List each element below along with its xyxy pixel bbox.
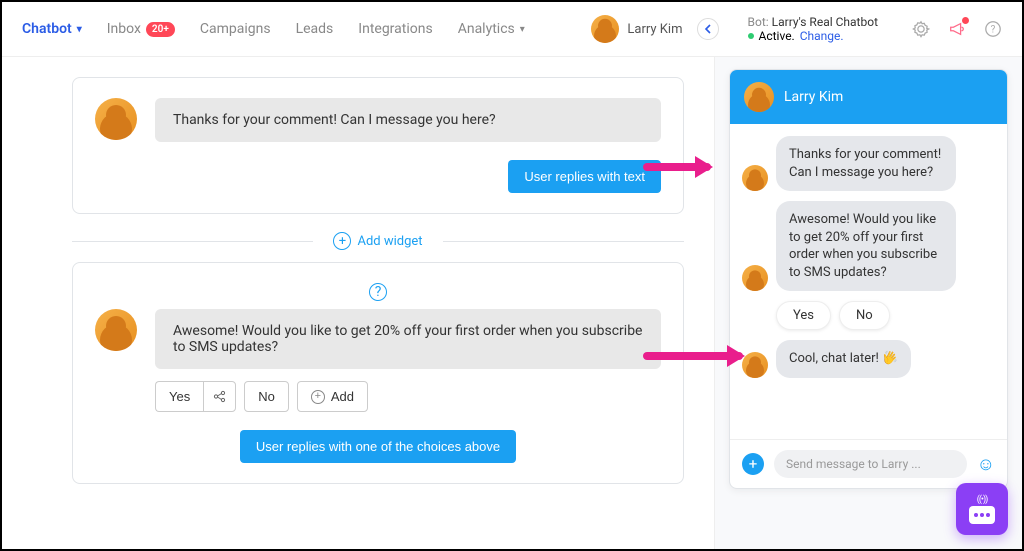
plus-circle-icon: + (333, 232, 351, 250)
preview-choice-yes[interactable]: Yes (776, 301, 831, 330)
message-input[interactable]: Awesome! Would you like to get 20% off y… (155, 309, 661, 369)
preview-header: Larry Kim (730, 70, 1007, 124)
message-input[interactable]: Thanks for your comment! Can I message y… (155, 98, 661, 142)
annotation-arrow (643, 163, 711, 171)
add-attachment-button[interactable]: + (742, 453, 764, 475)
avatar (95, 309, 137, 351)
status-dot-icon (748, 33, 754, 39)
nav-campaigns[interactable]: Campaigns (200, 21, 271, 37)
emoji-icon[interactable]: ☺ (977, 454, 995, 475)
choice-branch-button[interactable] (203, 381, 236, 412)
avatar (95, 98, 137, 140)
gear-icon[interactable] (912, 20, 930, 38)
plus-circle-icon: + (311, 390, 325, 404)
user-chip[interactable]: Larry Kim (591, 15, 682, 43)
reply-type-button[interactable]: User replies with one of the choices abo… (240, 430, 516, 463)
preview-message: Cool, chat later! 👋 (776, 340, 911, 378)
nav-integrations[interactable]: Integrations (358, 21, 432, 37)
choice-no-button[interactable]: No (244, 381, 289, 412)
add-choice-button[interactable]: + Add (297, 381, 368, 412)
nav-leads[interactable]: Leads (296, 21, 334, 37)
avatar (742, 352, 768, 378)
nav-inbox[interactable]: Inbox 20+ (107, 21, 175, 37)
preview-message: Awesome! Would you like to get 20% off y… (776, 201, 956, 291)
svg-text:?: ? (991, 25, 996, 36)
avatar (744, 82, 774, 112)
reply-type-button[interactable]: User replies with text (508, 160, 661, 193)
builder-card: Thanks for your comment! Can I message y… (72, 77, 684, 214)
chatbot-fab[interactable]: ((•)) (956, 483, 1008, 535)
user-name: Larry Kim (627, 22, 682, 37)
preview-pane: Larry Kim Thanks for your comment! Can I… (714, 57, 1022, 549)
help-icon[interactable]: ? (95, 283, 661, 301)
builder-card: ? Awesome! Would you like to get 20% off… (72, 262, 684, 484)
help-icon[interactable]: ? (984, 20, 1002, 38)
chevron-down-icon: ▾ (520, 24, 525, 35)
preview-message: Thanks for your comment! Can I message y… (776, 136, 956, 191)
top-nav: Chatbot ▾ Inbox 20+ Campaigns Leads Inte… (2, 2, 1022, 57)
collapse-button[interactable] (697, 18, 719, 40)
inbox-badge: 20+ (146, 22, 175, 37)
change-link[interactable]: Change. (800, 29, 844, 43)
chevron-down-icon: ▾ (77, 24, 82, 35)
builder-pane: Thanks for your comment! Can I message y… (2, 57, 714, 549)
avatar (591, 15, 619, 43)
annotation-arrow (643, 352, 743, 360)
robot-icon: ((•)) (969, 495, 995, 505)
preview-choice-no[interactable]: No (839, 301, 890, 330)
nav-chatbot[interactable]: Chatbot ▾ (22, 21, 82, 37)
bot-info: Bot: Larry's Real Chatbot Active. Change… (748, 15, 879, 43)
preview-user-name: Larry Kim (784, 89, 843, 105)
nav-analytics[interactable]: Analytics ▾ (458, 21, 525, 37)
notification-dot (962, 17, 969, 24)
choice-yes-button[interactable]: Yes (155, 381, 203, 412)
chat-preview: Larry Kim Thanks for your comment! Can I… (729, 69, 1008, 489)
avatar (742, 165, 768, 191)
avatar (742, 265, 768, 291)
wave-emoji-icon: 👋 (882, 350, 898, 368)
message-input[interactable]: Send message to Larry ... (774, 450, 967, 478)
megaphone-icon[interactable] (948, 20, 966, 38)
add-widget-button[interactable]: + Add widget (72, 232, 684, 250)
